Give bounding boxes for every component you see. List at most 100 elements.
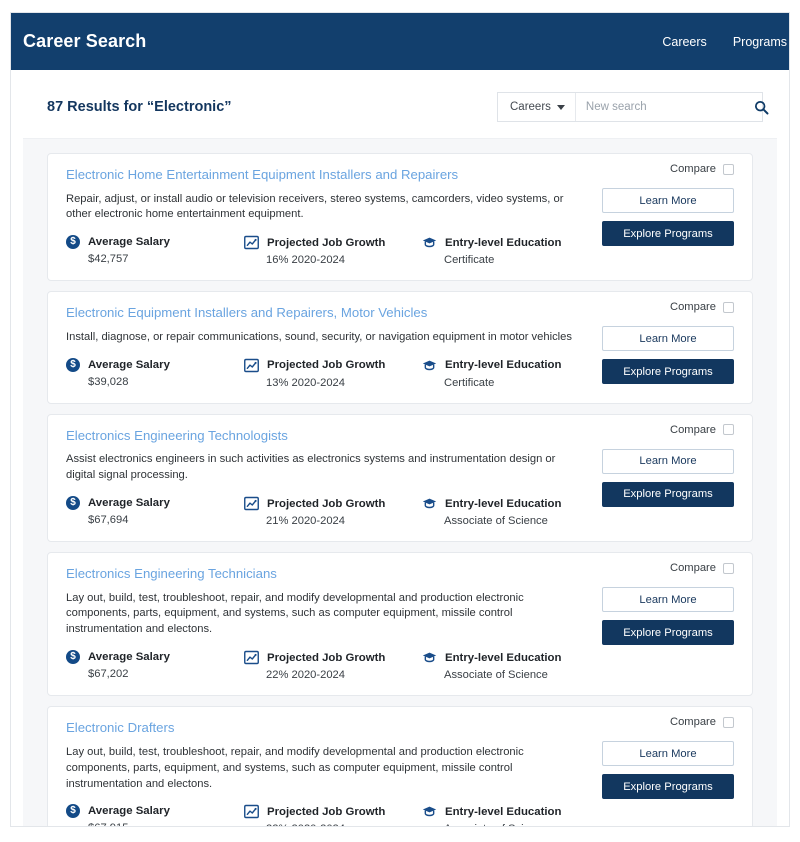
result-title[interactable]: Electronic Home Entertainment Equipment … [66,167,574,184]
dollar-circle-icon: $ [66,650,80,665]
fact-average-salary: $ Average Salary $42,757 [66,235,244,266]
graduation-cap-icon [422,498,437,509]
result-description: Install, diagnose, or repair communicati… [66,330,572,343]
compare-control: Compare [670,301,734,313]
result-title[interactable]: Electronic Equipment Installers and Repa… [66,305,574,322]
explore-programs-button[interactable]: Explore Programs [602,774,734,800]
chevron-down-icon [556,104,565,110]
search-scope-dropdown[interactable]: Careers [498,93,576,121]
salary-value: $42,757 [88,253,129,266]
salary-value: $67,694 [88,514,129,527]
fact-average-salary: $ Average Salary $67,202 [66,650,244,681]
result-description: Assist electronics engineers in such act… [66,453,556,482]
salary-label: Average Salary [88,497,170,510]
education-label: Entry-level Education [445,651,562,664]
salary-label: Average Salary [88,805,170,818]
result-title[interactable]: Electronic Drafters [66,720,574,737]
growth-label: Projected Job Growth [267,651,386,664]
result-actions: Learn More Explore Programs [602,448,734,507]
fact-average-salary: $ Average Salary $67,915 [66,804,244,826]
learn-more-button[interactable]: Learn More [602,448,734,474]
education-value: Certificate [444,376,495,389]
fact-projected-job-growth: Projected Job Growth 21% 2020-2024 [244,496,422,527]
result-actions: Learn More Explore Programs [602,188,734,246]
learn-more-button[interactable]: Learn More [602,741,734,767]
graduation-cap-icon [422,237,437,248]
fact-entry-level-education: Entry-level Education Certificate [422,235,600,266]
search-icon [754,100,769,114]
compare-label: Compare [669,163,716,175]
explore-programs-button[interactable]: Explore Programs [602,221,734,246]
search-input[interactable] [575,93,748,121]
search-button[interactable] [748,93,775,121]
dollar-circle-icon: $ [66,357,80,372]
trend-chart-icon [244,651,259,665]
explore-programs-button[interactable]: Explore Programs [602,481,734,507]
compare-checkbox[interactable] [723,716,734,728]
explore-programs-button[interactable]: Explore Programs [602,359,734,385]
fact-projected-job-growth: Projected Job Growth 13% 2020-2024 [244,358,422,389]
page-root: Career Search Careers Programs 87 Result… [0,0,800,842]
fact-entry-level-education: Entry-level Education Certificate [422,358,600,389]
growth-label: Projected Job Growth [267,497,386,510]
learn-more-button[interactable]: Learn More [602,326,734,352]
salary-value: $67,915 [66,822,244,826]
education-label: Entry-level Education [445,359,562,372]
compare-control: Compare [670,163,734,175]
salary-value: $67,202 [88,668,129,681]
result-card: Compare Electronics Engineering Technici… [47,552,753,697]
growth-value: 22% 2020-2024 [244,823,422,826]
fact-average-salary: $ Average Salary $39,028 [66,357,244,389]
dollar-circle-icon: $ [66,496,80,511]
education-value: Certificate [444,254,495,267]
growth-label: Projected Job Growth [267,236,386,249]
education-value: Associate of Science [422,823,600,826]
growth-value: 22% 2020-2024 [266,669,346,682]
growth-label: Projected Job Growth [267,359,386,372]
result-card: Compare Electronics Engineering Technolo… [47,413,753,543]
compare-checkbox[interactable] [723,562,734,574]
salary-label: Average Salary [88,651,170,664]
dollar-circle-icon: $ [66,804,80,819]
compare-control: Compare [670,562,734,574]
compare-checkbox[interactable] [723,424,734,436]
education-label: Entry-level Education [445,497,562,510]
result-actions: Learn More Explore Programs [602,741,734,800]
salary-label: Average Salary [88,236,170,249]
result-title[interactable]: Electronics Engineering Technologists [66,428,574,445]
explore-programs-button[interactable]: Explore Programs [602,620,734,646]
result-card: Compare Electronic Equipment Installers … [47,291,753,404]
growth-label: Projected Job Growth [267,805,386,818]
compare-label: Compare [669,423,716,436]
learn-more-button[interactable]: Learn More [602,587,734,613]
fact-projected-job-growth: Projected Job Growth 22% 2020-2024 [244,804,422,826]
app-window: Career Search Careers Programs 87 Result… [10,12,790,827]
graduation-cap-icon [422,652,437,663]
result-description: Lay out, build, test, troubleshoot, repa… [66,591,524,636]
compare-control: Compare [670,424,734,436]
fact-entry-level-education: Entry-level Education Associate of Scien… [422,650,600,681]
fact-entry-level-education: Entry-level Education Associate of Scien… [422,496,600,527]
trend-chart-icon [244,358,259,372]
result-actions: Learn More Explore Programs [602,326,734,385]
education-value: Associate of Science [444,669,548,682]
learn-more-button[interactable]: Learn More [602,188,734,213]
fact-projected-job-growth: Projected Job Growth 16% 2020-2024 [244,235,422,266]
fact-average-salary: $ Average Salary $67,694 [66,496,244,527]
dollar-circle-icon: $ [66,235,80,250]
education-label: Entry-level Education [445,236,562,249]
nav-item-careers[interactable]: Careers [662,35,706,49]
graduation-cap-icon [422,807,437,817]
search-scope-label: Careers [510,101,551,113]
result-title[interactable]: Electronics Engineering Technicians [66,566,574,583]
result-description: Lay out, build, test, troubleshoot, repa… [66,745,524,790]
compare-checkbox[interactable] [723,301,734,313]
nav-item-programs[interactable]: Programs [733,35,787,49]
growth-value: 21% 2020-2024 [266,515,346,528]
compare-label: Compare [669,716,716,729]
growth-value: 16% 2020-2024 [266,254,346,267]
results-count-heading: 87 Results for “Electronic” [47,99,232,115]
result-description: Repair, adjust, or install audio or tele… [66,192,564,221]
fact-entry-level-education: Entry-level Education Associate of Scien… [422,804,600,826]
compare-checkbox[interactable] [723,163,734,175]
